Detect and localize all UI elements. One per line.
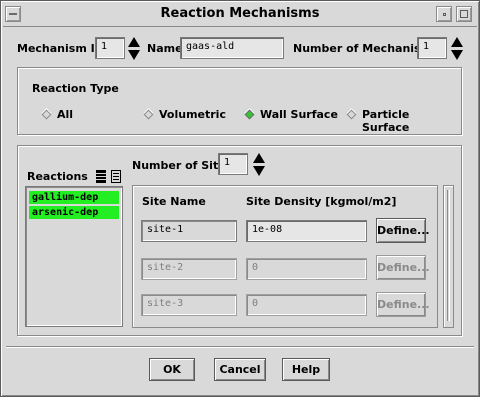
list-item[interactable]: arsenic-dep xyxy=(29,206,119,219)
reactions-list[interactable]: gallium-dep arsenic-dep xyxy=(25,186,123,327)
site-density-field[interactable]: 0 xyxy=(246,294,367,316)
site-name-field[interactable]: site-3 xyxy=(141,294,237,316)
radio-wall-surface-label: Wall Surface xyxy=(260,108,338,121)
define-button[interactable]: Define... xyxy=(376,218,430,243)
radio-volumetric[interactable]: Volumetric xyxy=(142,107,232,123)
spinner-down-icon[interactable] xyxy=(253,166,265,176)
spinner-up-icon[interactable] xyxy=(253,153,265,163)
define-button[interactable]: Define... xyxy=(376,292,430,317)
scrollbar-track[interactable] xyxy=(447,190,450,321)
reactions-label: Reactions xyxy=(27,170,88,183)
radio-particle-surface[interactable]: Particle Surface xyxy=(345,107,450,134)
maximize-icon xyxy=(460,10,468,18)
radio-particle-surface-label: Particle Surface xyxy=(362,108,410,134)
window-title: Reaction Mechanisms xyxy=(160,6,320,21)
name-field[interactable]: gaas-ald xyxy=(180,37,284,59)
reaction-type-label: Reaction Type xyxy=(32,82,119,95)
radio-all[interactable]: All xyxy=(40,107,120,123)
number-of-sites-field[interactable]: 1 xyxy=(218,153,248,175)
radio-diamond-selected-icon xyxy=(244,109,255,120)
spinner-down-icon[interactable] xyxy=(451,50,463,60)
radio-all-label: All xyxy=(57,108,74,121)
mechanism-id-field[interactable]: 1 xyxy=(95,37,125,59)
number-of-mechanisms-field[interactable]: 1 xyxy=(417,37,447,59)
site-density-field[interactable]: 1e-08 xyxy=(246,220,367,242)
help-button[interactable]: Help xyxy=(282,358,330,381)
site-name-header: Site Name xyxy=(142,195,206,208)
site-density-header: Site Density [kgmol/m2] xyxy=(246,195,397,208)
radio-volumetric-label: Volumetric xyxy=(159,108,226,121)
minimize-button[interactable] xyxy=(436,6,452,22)
site-density-field[interactable]: 0 xyxy=(246,258,367,280)
radio-diamond-icon xyxy=(41,109,52,120)
define-button[interactable]: Define... xyxy=(376,255,430,280)
deselect-all-icon[interactable] xyxy=(111,170,121,183)
number-of-sites-spinner[interactable] xyxy=(252,153,266,177)
mechanism-id-label: Mechanism ID xyxy=(17,42,104,55)
spinner-up-icon[interactable] xyxy=(451,37,463,47)
site-name-field[interactable]: site-1 xyxy=(141,220,237,242)
radio-diamond-icon xyxy=(143,109,154,120)
mechanism-id-spinner[interactable] xyxy=(127,37,141,61)
footer-separator xyxy=(6,346,474,348)
sites-scrollbar[interactable] xyxy=(443,185,454,328)
minimize-icon xyxy=(443,13,446,16)
site-name-field[interactable]: site-2 xyxy=(141,258,237,280)
name-label: Name xyxy=(147,42,183,55)
radio-wall-surface[interactable]: Wall Surface xyxy=(243,107,338,123)
cancel-button[interactable]: Cancel xyxy=(214,358,266,381)
maximize-button[interactable] xyxy=(456,6,472,22)
list-item[interactable]: gallium-dep xyxy=(29,191,119,204)
radio-diamond-icon xyxy=(346,109,357,120)
spinner-up-icon[interactable] xyxy=(128,37,140,47)
spinner-down-icon[interactable] xyxy=(128,50,140,60)
ok-button[interactable]: OK xyxy=(149,358,195,381)
number-of-mechanisms-spinner[interactable] xyxy=(450,37,464,61)
title-bar[interactable]: Reaction Mechanisms xyxy=(3,3,477,27)
select-all-icon[interactable] xyxy=(96,170,106,183)
